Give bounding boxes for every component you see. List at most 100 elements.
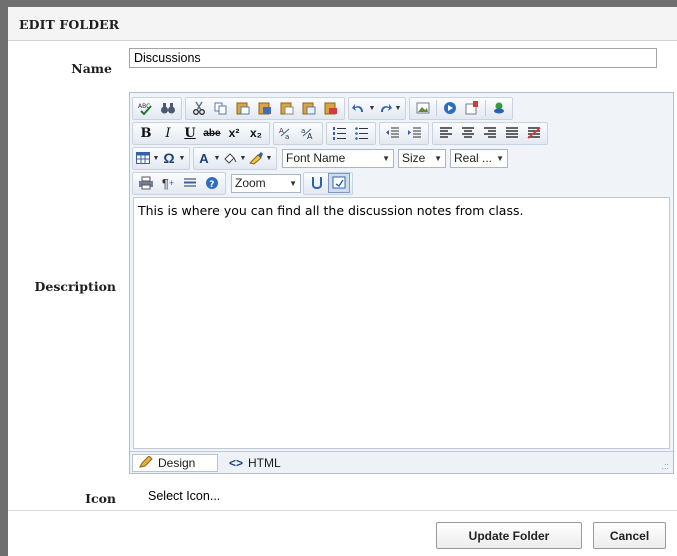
toolbar-row-2: B I U abe x² x₂ Aa aA [132,121,551,145]
redo-icon[interactable] [377,98,393,118]
cancel-button[interactable]: Cancel [593,522,666,549]
svg-text:a: a [301,127,305,135]
redo-dropdown-icon[interactable]: ▼ [393,98,403,118]
dialog-footer: Update Folder Cancel [8,510,677,556]
window-top-border [0,0,677,7]
editor-content-area[interactable]: This is where you can find all the discu… [133,197,670,449]
superscript-icon[interactable]: x² [223,123,245,143]
paste-icon[interactable] [232,98,254,118]
hyperlink-manager-icon[interactable] [488,98,510,118]
flash-icon[interactable] [461,98,483,118]
special-chars-icon[interactable]: Ω [161,148,177,168]
icon-label: Icon [85,491,116,506]
chevron-down-icon: ▼ [289,178,297,188]
format-stripper-dropdown-icon[interactable]: ▼ [264,148,274,168]
pencil-icon [139,454,153,471]
select-icon-link[interactable]: Select Icon... [148,489,220,503]
table-dropdown-icon[interactable]: ▼ [151,148,161,168]
toolbar-group-lists [326,121,376,145]
align-left-icon[interactable] [435,123,457,143]
svg-text:a: a [285,133,289,140]
zoom-value: Zoom [235,176,266,190]
bullet-list-icon[interactable] [351,123,373,143]
editor-mode-bar: Design <> HTML .:: [130,451,673,473]
module-manager-icon[interactable] [306,173,328,193]
rich-text-editor: ABC ▼ ▼ B I U abe x² x₂ A a a A ▼ Ω ▼ A … [129,92,674,474]
spell-check-icon[interactable]: ABC [135,98,157,118]
bold-icon[interactable]: B [135,123,157,143]
background-color-icon[interactable] [222,148,238,168]
subscript-icon[interactable]: x₂ [245,123,267,143]
toolbar-group-color: A ▼ ▼ ▼ [193,146,277,170]
description-label: Description [34,279,116,294]
find-replace-icon[interactable] [157,98,179,118]
align-right-icon[interactable] [479,123,501,143]
print-icon[interactable] [135,173,157,193]
paste-as-html-icon[interactable] [298,98,320,118]
svg-text:A: A [307,132,313,140]
design-mode-tab[interactable]: Design [132,454,218,472]
paste-from-word-icon[interactable] [254,98,276,118]
format-stripper-icon[interactable] [248,148,264,168]
toolbar-group-insert: ▼ Ω ▼ [132,146,190,170]
toolbar-group-indent [379,121,429,145]
indent-icon[interactable] [404,123,426,143]
convert-lower-icon[interactable]: Aa [276,123,298,143]
help-icon[interactable]: ? [201,173,223,193]
paragraph-icon[interactable]: ¶ + [157,173,179,193]
image-manager-icon[interactable] [412,98,434,118]
name-label: Name [71,61,112,76]
toolbar-group-media [409,96,513,120]
real-font-size-select[interactable]: Real ... ▼ [450,148,508,168]
chevron-down-icon: ▼ [434,153,442,163]
toolbar-group-format: B I U abe x² x₂ [132,121,270,145]
track-changes-icon[interactable] [328,173,350,193]
line-icon[interactable] [179,173,201,193]
zoom-select[interactable]: Zoom ▼ [231,173,301,193]
special-chars-dropdown-icon[interactable]: ▼ [177,148,187,168]
toolbar-separator [436,100,437,116]
toolbar-row-1: ABC ▼ ▼ [132,96,516,120]
toolbar-row-4: ¶ + ? Zoom ▼ [132,171,356,195]
toolbar-group-history: ▼ ▼ [348,96,406,120]
outdent-icon[interactable] [382,123,404,143]
align-center-icon[interactable] [457,123,479,143]
name-input[interactable] [129,48,657,68]
foreground-color-dropdown-icon[interactable]: ▼ [212,148,222,168]
paste-html-icon[interactable] [320,98,342,118]
numbered-list-icon[interactable] [329,123,351,143]
font-size-value: Size [402,151,426,165]
underline-icon[interactable]: U [179,123,201,143]
foreground-color-icon[interactable]: A [196,148,212,168]
media-icon[interactable] [439,98,461,118]
html-mode-tab[interactable]: <> HTML [223,454,287,472]
undo-icon[interactable] [351,98,367,118]
cut-icon[interactable] [188,98,210,118]
svg-text:?: ? [209,180,214,190]
justify-icon[interactable] [501,123,523,143]
copy-icon[interactable] [210,98,232,118]
chevron-down-icon: ▼ [496,153,504,163]
toolbar-separator [485,100,486,116]
undo-dropdown-icon[interactable]: ▼ [367,98,377,118]
font-name-select[interactable]: Font Name ▼ [282,148,394,168]
font-name-value: Font Name [286,151,346,165]
update-folder-button[interactable]: Update Folder [436,522,582,549]
toolbar-group-case: Aa aA [273,121,323,145]
paste-plain-text-icon[interactable] [276,98,298,118]
dialog-header: EDIT FOLDER [8,7,677,41]
font-size-select[interactable]: Size ▼ [398,148,446,168]
toolbar-group-spell: ABC [132,96,182,120]
design-mode-label: Design [158,456,196,470]
italic-icon[interactable]: I [157,123,179,143]
remove-alignment-icon[interactable] [523,123,545,143]
editor-content-text: This is where you can find all the discu… [138,203,524,218]
strikethrough-icon[interactable]: abe [201,123,223,143]
table-icon[interactable] [135,148,151,168]
convert-upper-icon[interactable]: aA [298,123,320,143]
dialog-title: EDIT FOLDER [19,17,120,32]
background-color-dropdown-icon[interactable]: ▼ [238,148,248,168]
toolbar-group-align [432,121,548,145]
html-mode-label: HTML [248,456,281,470]
resize-grip-icon[interactable]: .:: [661,461,669,471]
